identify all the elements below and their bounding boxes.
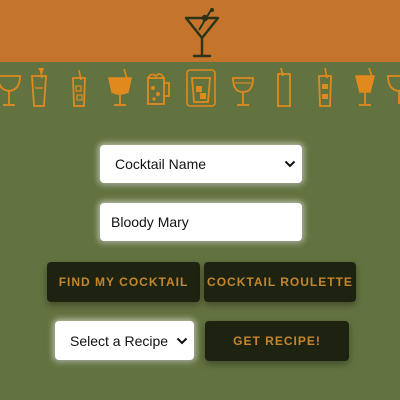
cocktail-icon-strip [0, 64, 400, 112]
mojito-glass-icon [72, 69, 86, 107]
wine-glass-icon [0, 75, 21, 106]
app-header [0, 0, 400, 62]
tall-glass-icon [277, 67, 291, 107]
search-type-select[interactable]: Cocktail Name [100, 145, 302, 183]
hurricane-glass-icon [354, 67, 376, 106]
coupe-glass-icon [232, 77, 254, 106]
find-my-cocktail-button[interactable]: FIND MY COCKTAIL [47, 262, 200, 302]
get-recipe-button[interactable]: GET RECIPE! [205, 321, 349, 361]
search-input[interactable]: Bloody Mary [100, 203, 302, 241]
beer-mug-icon [147, 73, 170, 105]
chevron-down-icon [284, 160, 296, 168]
collins-glass-icon [318, 67, 332, 107]
recipe-select-value: Select a Recipe [70, 332, 169, 349]
search-input-value: Bloody Mary [111, 214, 189, 230]
chevron-down-icon [176, 337, 188, 344]
martini-glass-icon [184, 8, 220, 58]
cocktail-glass-icon [108, 68, 132, 106]
wine-glass-icon [387, 75, 400, 104]
highball-glass-icon [31, 67, 47, 107]
rocks-glass-icon [186, 69, 216, 107]
cocktail-roulette-button[interactable]: COCKTAIL ROULETTE [204, 262, 356, 302]
search-type-select-value: Cocktail Name [115, 156, 207, 172]
recipe-select[interactable]: Select a Recipe [55, 321, 194, 360]
